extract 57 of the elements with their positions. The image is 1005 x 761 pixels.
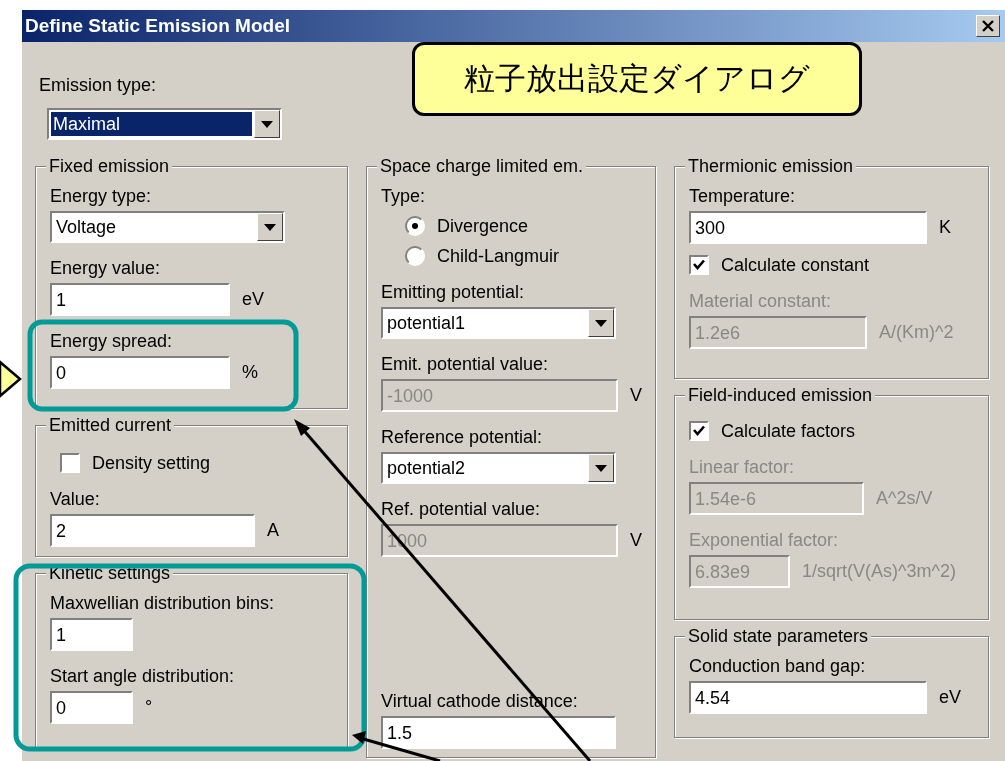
dropdown[interactable]: potential2 [381,452,616,484]
field-label: Start angle distribution: [50,665,236,687]
checkbox-label[interactable]: Calculate constant [721,254,870,276]
checkbox-label[interactable]: Calculate factors [721,420,856,442]
field-label: Energy spread: [50,330,174,352]
check-icon [692,258,706,272]
radio-label[interactable]: Child-Langmuir [437,245,560,267]
field-label: Temperature: [689,185,797,207]
field-label: Reference potential: [381,426,544,448]
input-field[interactable]: 4.54 [689,681,927,714]
unit-label: 1/sqrt(V(As)^3m^2) [802,561,956,582]
field-label: Material constant: [689,290,833,312]
checkbox[interactable] [689,255,709,275]
checkbox[interactable] [689,421,709,441]
callout-box: 粒子放出設定ダイアログ [412,42,862,116]
dropdown[interactable]: Maximal [47,108,282,140]
dropdown[interactable]: Voltage [50,211,285,243]
unit-label: V [630,385,642,406]
unit-label: eV [242,289,265,310]
dropdown[interactable]: potential1 [381,307,616,339]
close-icon [981,20,995,32]
radio-label[interactable]: Divergence [437,215,529,237]
input-field[interactable]: 2 [50,514,255,547]
field-label: Exponential factor: [689,529,840,551]
field-label: Type: [381,185,427,207]
window-title: Define Static Emission Model [25,15,290,37]
unit-label: K [939,217,951,238]
unit-label: ° [145,697,153,718]
unit-label: eV [939,687,962,708]
input-field[interactable]: 1 [50,283,230,316]
field-label: Linear factor: [689,456,796,478]
radio-button[interactable] [405,216,425,236]
field-label: Maxwellian distribution bins: [50,592,276,614]
radio-button[interactable] [405,246,425,266]
field-label: Value: [50,488,101,510]
checkbox[interactable] [60,453,80,473]
checkbox-label[interactable]: Density setting [92,452,211,474]
field-label: Conduction band gap: [689,655,867,677]
input-field[interactable]: 1 [50,618,133,651]
unit-label: A^2s/V [876,488,933,509]
input-field[interactable]: 300 [689,211,927,244]
field-label: Emitting potential: [381,281,526,303]
field-label: Emit. potential value: [381,353,550,375]
input-field[interactable]: 1.5 [381,716,616,749]
input-field[interactable]: 0 [50,691,133,724]
field-label: Emission type: [39,74,157,96]
unit-label: % [242,362,258,383]
callout-pointer [0,359,22,399]
check-icon [692,424,706,438]
unit-label: V [630,530,642,551]
field-label: Ref. potential value: [381,498,542,520]
unit-label: A/(Km)^2 [879,322,954,343]
input-field[interactable]: 0 [50,356,230,389]
unit-label: A [267,520,279,541]
field-label: Energy value: [50,257,162,279]
field-label: Energy type: [50,185,153,207]
close-button[interactable] [976,15,1000,37]
